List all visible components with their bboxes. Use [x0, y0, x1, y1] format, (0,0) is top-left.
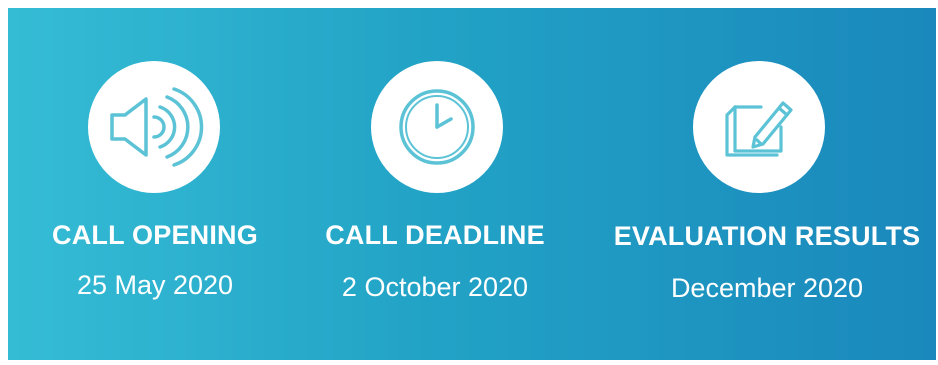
timeline-banner: CALL OPENING 25 May 2020 CALL DEADLINE 2…: [8, 8, 936, 360]
icon-circle: [693, 61, 825, 193]
speaker-icon: [110, 87, 204, 167]
clock-icon: [399, 89, 475, 165]
milestone-title: CALL OPENING: [52, 220, 258, 250]
document-pencil-icon: [725, 101, 793, 157]
milestone-title: CALL DEADLINE: [325, 220, 545, 250]
milestone-date: 25 May 2020: [76, 270, 234, 300]
icon-circle: [371, 61, 503, 193]
milestone-title: EVALUATION RESULTS: [613, 221, 921, 251]
milestone-date: December 2020: [670, 273, 864, 303]
milestone-date: 2 October 2020: [341, 272, 529, 302]
icon-circle: [88, 61, 220, 193]
